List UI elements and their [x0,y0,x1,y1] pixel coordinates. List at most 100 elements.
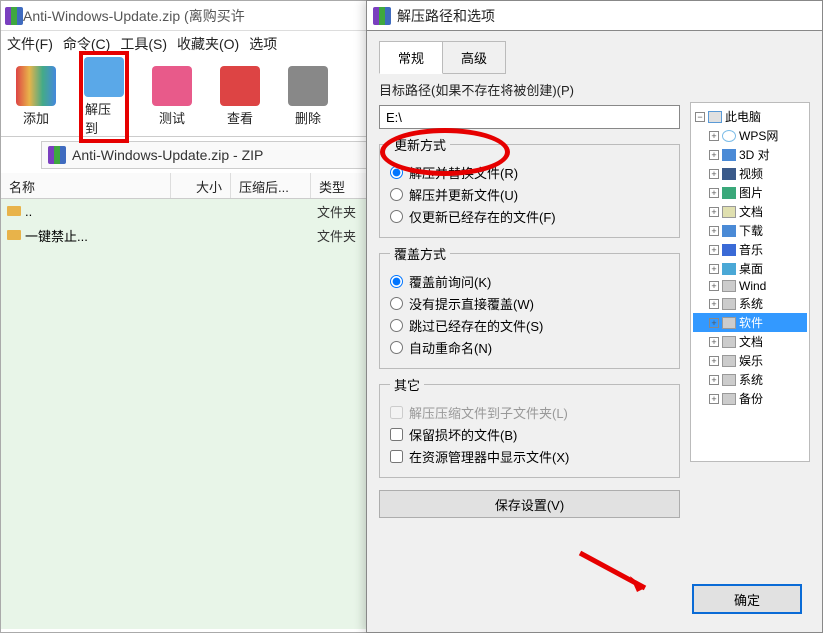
expand-icon[interactable]: + [709,226,719,236]
toolbar-add[interactable]: 添加 [11,66,61,127]
toolbar-view[interactable]: 查看 [215,66,265,127]
pic-icon [722,187,736,199]
tree-item[interactable]: +Wind [693,278,807,294]
collapse-icon[interactable]: − [695,112,705,122]
tree-label: 桌面 [739,260,763,277]
file-name: 一键禁止... [25,226,88,245]
expand-icon[interactable]: + [709,356,719,366]
dest-path-label: 目标路径(如果不存在将被创建)(P) [379,80,680,99]
tree-item[interactable]: + 音乐 [693,240,807,259]
tree-item[interactable]: + WPS网 [693,126,807,145]
dialog-buttons: 确定 [692,584,802,614]
tab-advanced[interactable]: 高级 [442,41,506,74]
expand-icon[interactable]: + [709,207,719,217]
tree-item[interactable]: + 下载 [693,221,807,240]
overwrite-opt-autorename[interactable]: 自动重命名(N) [390,338,669,357]
menu-file[interactable]: 文件(F) [7,34,53,54]
folder-icon [7,206,21,216]
misc-legend: 其它 [390,375,424,394]
folder-tree[interactable]: − 此电脑 +WPS网+3D 对+视频+图片+文档+下载+音乐+桌面+Wind+… [690,102,810,462]
expand-icon[interactable]: + [709,394,719,404]
drive-icon [722,336,736,348]
expand-icon[interactable]: + [709,281,719,291]
overwrite-opt-ask[interactable]: 覆盖前询问(K) [390,272,669,291]
col-size[interactable]: 大小 [171,173,231,198]
toolbar-test[interactable]: 测试 [147,66,197,127]
expand-icon[interactable]: + [709,188,719,198]
overwrite-opt-skip[interactable]: 跳过已经存在的文件(S) [390,316,669,335]
expand-icon[interactable]: + [709,131,719,141]
pc-icon [708,111,722,123]
extract-icon [84,57,124,97]
tree-label: 图片 [739,184,763,201]
expand-icon[interactable]: + [709,337,719,347]
path-text: Anti-Windows-Update.zip - ZIP [72,147,263,163]
update-mode-group: 更新方式 解压并替换文件(R) 解压并更新文件(U) 仅更新已经存在的文件(F) [379,135,680,238]
delete-icon [288,66,328,106]
tree-label: 系统 [739,295,763,312]
expand-icon[interactable]: + [709,150,719,160]
tree-label: 音乐 [739,241,763,258]
toolbar-test-label: 测试 [159,108,185,127]
drive-icon [722,355,736,367]
toolbar-add-label: 添加 [23,108,49,127]
expand-icon[interactable]: + [709,264,719,274]
misc-opt-subfolder[interactable]: 解压压缩文件到子文件夹(L) [390,403,669,422]
col-name[interactable]: 名称 [1,173,171,198]
extract-dialog: 解压路径和选项 常规 高级 目标路径(如果不存在将被创建)(P) 更新方式 解压… [366,0,823,633]
drive-icon [722,298,736,310]
drive-icon [722,317,736,329]
col-type[interactable]: 类型 [311,173,371,198]
misc-group: 其它 解压压缩文件到子文件夹(L) 保留损坏的文件(B) 在资源管理器中显示文件… [379,375,680,478]
tree-root[interactable]: − 此电脑 [693,107,807,126]
view-icon [220,66,260,106]
tree-label: 文档 [739,203,763,220]
tree-label: 下载 [739,222,763,239]
col-compressed[interactable]: 压缩后... [231,173,311,198]
update-opt-existing[interactable]: 仅更新已经存在的文件(F) [390,207,669,226]
tree-item[interactable]: + 桌面 [693,259,807,278]
tree-item[interactable]: + 系统 [693,294,807,313]
overwrite-opt-noprompt[interactable]: 没有提示直接覆盖(W) [390,294,669,313]
video-icon [722,168,736,180]
toolbar-extract[interactable]: 解压到 [79,51,129,143]
toolbar-delete-label: 删除 [295,108,321,127]
misc-opt-explorer[interactable]: 在资源管理器中显示文件(X) [390,447,669,466]
update-legend: 更新方式 [390,135,450,154]
update-opt-replace[interactable]: 解压并替换文件(R) [390,163,669,182]
tree-item[interactable]: +3D 对 [693,145,807,164]
drive-icon [722,374,736,386]
expand-icon[interactable]: + [709,169,719,179]
tree-label: 文档 [739,333,763,350]
menu-favorites[interactable]: 收藏夹(O) [177,34,239,54]
tree-item[interactable]: + 视频 [693,164,807,183]
tree-item[interactable]: +备份 [693,389,807,408]
tabs: 常规 高级 [379,41,810,74]
menu-options[interactable]: 选项 [249,34,277,54]
ok-button[interactable]: 确定 [692,584,802,614]
tree-item[interactable]: + 文档 [693,332,807,351]
expand-icon[interactable]: + [709,299,719,309]
tree-item[interactable]: +软件 [693,313,807,332]
overwrite-legend: 覆盖方式 [390,244,450,263]
save-settings-button[interactable]: 保存设置(V) [379,490,680,518]
tree-item[interactable]: +系统 [693,370,807,389]
wps-icon [722,130,736,142]
expand-icon[interactable]: + [709,318,719,328]
tree-label: 视频 [739,165,763,182]
tree-item[interactable]: + 文档 [693,202,807,221]
expand-icon[interactable]: + [709,375,719,385]
doc-icon [722,206,736,218]
tree-item[interactable]: + 图片 [693,183,807,202]
update-opt-update[interactable]: 解压并更新文件(U) [390,185,669,204]
misc-opt-keepbroken[interactable]: 保留损坏的文件(B) [390,425,669,444]
tree-label: WPS网 [739,127,778,144]
dl-icon [722,225,736,237]
toolbar-delete[interactable]: 删除 [283,66,333,127]
overwrite-mode-group: 覆盖方式 覆盖前询问(K) 没有提示直接覆盖(W) 跳过已经存在的文件(S) 自… [379,244,680,369]
tree-item[interactable]: +娱乐 [693,351,807,370]
expand-icon[interactable]: + [709,245,719,255]
dest-path-input[interactable] [379,105,680,129]
tree-label: 3D 对 [739,146,770,163]
tab-general[interactable]: 常规 [379,41,443,74]
